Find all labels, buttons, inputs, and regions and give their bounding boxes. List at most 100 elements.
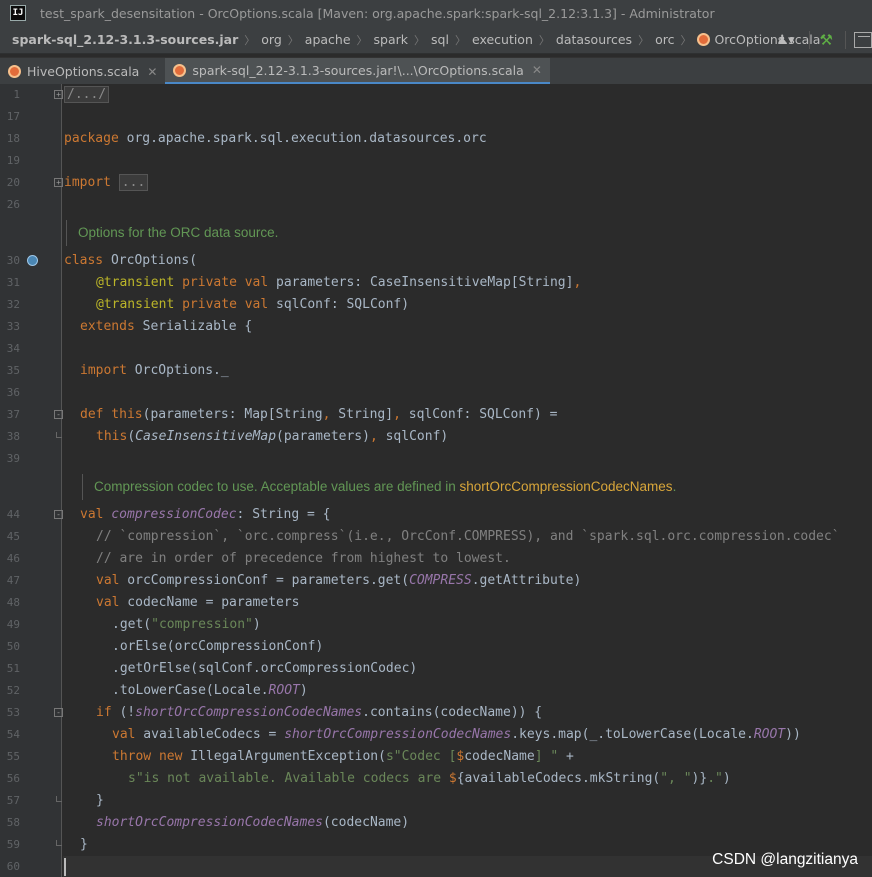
code-token: .get( xyxy=(112,617,152,632)
fold-end-marker[interactable] xyxy=(56,796,62,802)
close-icon[interactable]: ✕ xyxy=(532,63,542,77)
folded-imports[interactable]: ... xyxy=(118,174,149,191)
code-token: Serializable { xyxy=(134,319,253,334)
keyword: def xyxy=(80,407,104,422)
code-token: (! xyxy=(111,705,136,720)
keyword: val xyxy=(112,727,136,742)
line-number: 52 xyxy=(6,684,20,697)
code-token: ( xyxy=(127,429,136,444)
line-number: 19 xyxy=(6,154,20,167)
doc-comment: Compression codec to use. Acceptable val… xyxy=(0,476,872,498)
close-icon[interactable]: ✕ xyxy=(147,65,157,79)
code-text: import ... xyxy=(64,172,149,194)
code-editor[interactable]: 1 + /.../ 17 18 package org.apache.spark… xyxy=(0,84,872,877)
code-text: /.../ xyxy=(64,84,110,106)
code-line: 31 @transient private val parameters: Ca… xyxy=(0,272,872,294)
punct: , xyxy=(369,429,378,444)
fold-plus-icon[interactable]: + xyxy=(54,178,63,187)
line-number: 55 xyxy=(6,750,20,763)
annotation: @transient xyxy=(96,297,175,312)
fold-minus-icon[interactable]: - xyxy=(54,410,63,419)
tab-orc-options[interactable]: spark-sql_2.12-3.1.3-sources.jar!\...\Or… xyxy=(165,58,550,85)
keyword: import xyxy=(80,363,127,378)
line-number: 45 xyxy=(6,530,20,543)
code-text: shortOrcCompressionCodecNames(codecName) xyxy=(96,812,409,834)
doc-text: Compression codec to use. Acceptable val… xyxy=(94,479,460,494)
line-number: 39 xyxy=(6,452,20,465)
breadcrumb-jar[interactable]: spark-sql_2.12-3.1.3-sources.jar xyxy=(12,32,238,47)
window-layout-icon[interactable] xyxy=(854,32,872,48)
user-dropdown-icon[interactable]: ♟▾ xyxy=(776,33,794,48)
line-number: 31 xyxy=(6,276,20,289)
code-token: + xyxy=(558,749,574,764)
line-number: 35 xyxy=(6,364,20,377)
code-token: : String = { xyxy=(236,507,331,522)
punct: , xyxy=(573,275,582,290)
line-number: 36 xyxy=(6,386,20,399)
code-line: 36 xyxy=(0,382,872,404)
code-line: 17 xyxy=(0,106,872,128)
annotation: @transient xyxy=(96,275,175,290)
keyword: class xyxy=(64,253,104,268)
fold-plus-icon[interactable]: + xyxy=(54,90,63,99)
code-token: ) xyxy=(722,771,731,786)
doc-comment: Options for the ORC data source. xyxy=(0,222,872,244)
keyword: extends xyxy=(80,319,135,334)
fold-minus-icon[interactable]: - xyxy=(54,708,63,717)
code-token: )) xyxy=(785,727,801,742)
folded-block[interactable]: /.../ xyxy=(64,86,110,103)
code-text: this(CaseInsensitiveMap(parameters), sql… xyxy=(96,426,448,448)
build-hammer-icon[interactable]: ⚒ xyxy=(820,31,833,49)
field-name: ROOT xyxy=(753,727,786,742)
doc-link[interactable]: shortOrcCompressionCodecNames xyxy=(459,479,672,494)
breadcrumb-apache[interactable]: apache xyxy=(305,32,351,47)
breadcrumb-spark[interactable]: spark xyxy=(374,32,409,47)
code-text: package org.apache.spark.sql.execution.d… xyxy=(64,128,487,150)
field-name: shortOrcCompressionCodecNames xyxy=(284,727,512,742)
code-line: 47 val orcCompressionConf = parameters.g… xyxy=(0,570,872,592)
line-number: 53 xyxy=(6,706,20,719)
keyword: this xyxy=(96,429,128,444)
code-line: 53 - if (!shortOrcCompressionCodecNames.… xyxy=(0,702,872,724)
string-literal: ] " xyxy=(534,749,559,764)
line-number: 54 xyxy=(6,728,20,741)
line-number: 49 xyxy=(6,618,20,631)
fold-minus-icon[interactable]: - xyxy=(54,510,63,519)
breadcrumb-datasources[interactable]: datasources xyxy=(556,32,632,47)
keyword: package xyxy=(64,131,119,146)
code-token: .keys.map(_.toLowerCase(Locale. xyxy=(511,727,754,742)
code-token: IllegalArgumentException( xyxy=(182,749,386,764)
line-number: 17 xyxy=(6,110,20,123)
code-token: org.apache.spark.sql.execution.datasourc… xyxy=(118,131,487,146)
breadcrumb-execution[interactable]: execution xyxy=(472,32,533,47)
field-name: COMPRESS xyxy=(409,573,472,588)
keyword: private val xyxy=(174,275,269,290)
code-token: codecName = parameters xyxy=(119,595,300,610)
breadcrumb: spark-sql_2.12-3.1.3-sources.jar 〉 org 〉… xyxy=(0,26,872,54)
code-text: val compressionCodec: String = { xyxy=(80,504,330,526)
code-token: ) xyxy=(299,683,308,698)
code-text: val codecName = parameters xyxy=(96,592,300,614)
breadcrumb-org[interactable]: org xyxy=(261,32,282,47)
chevron-right-icon: 〉 xyxy=(244,33,256,47)
breadcrumb-orc[interactable]: orc xyxy=(655,32,674,47)
line-number: 1 xyxy=(13,88,20,101)
breadcrumb-sql[interactable]: sql xyxy=(431,32,449,47)
code-token: CaseInsensitiveMap xyxy=(135,429,277,444)
implemented-marker-icon[interactable] xyxy=(27,255,38,266)
fold-end-marker[interactable] xyxy=(56,840,62,846)
code-token: String] xyxy=(330,407,394,422)
keyword: if xyxy=(96,705,112,720)
code-token: availableCodecs = xyxy=(135,727,285,742)
tab-hive-options[interactable]: HiveOptions.scala ✕ xyxy=(0,58,165,85)
code-line: 34 xyxy=(0,338,872,360)
intellij-logo-icon: IJ xyxy=(10,5,26,21)
doc-text: . xyxy=(672,479,677,494)
line-number: 51 xyxy=(6,662,20,675)
code-line: 37 - def this(parameters: Map[String, St… xyxy=(0,404,872,426)
code-text: if (!shortOrcCompressionCodecNames.conta… xyxy=(96,702,542,724)
keyword: this xyxy=(103,407,143,422)
fold-end-marker[interactable] xyxy=(56,432,62,438)
toolbar-divider xyxy=(808,31,810,49)
code-line: 19 xyxy=(0,150,872,172)
